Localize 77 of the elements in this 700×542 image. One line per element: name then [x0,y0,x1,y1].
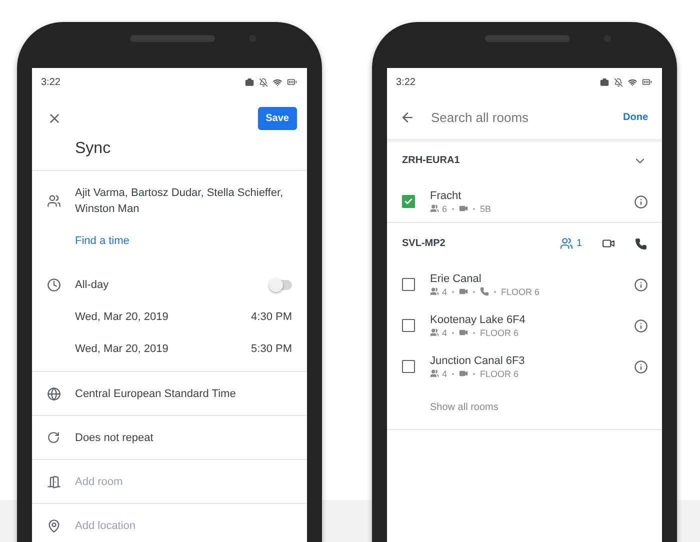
phone-icon [480,287,490,296]
clock-icon [46,278,60,292]
room-location: FLOOR 6 [480,368,519,380]
separator-dot [494,290,496,292]
battery-icon [642,77,652,87]
room-name: Erie Canal [430,272,482,286]
info-icon[interactable] [634,278,648,292]
option-label[interactable]: Add room [75,476,292,488]
briefcase-icon [245,78,254,86]
guest-list: Ajit Varma, Bartosz Dudar, Stella Schieffer, Winston Man [75,185,292,217]
separator-dot [473,332,476,334]
room-name: Kootenay Lake 6F4 [430,312,526,326]
date-field[interactable]: Wed, Mar 20, 2019 [75,343,252,355]
separator-dot [452,372,454,374]
capacity: 4 [442,368,448,380]
people-icon [430,287,439,296]
door-icon [46,474,60,488]
location-pin-icon [46,518,60,532]
video-filter[interactable] [602,237,615,250]
room-name: Fracht [430,188,462,202]
checkbox[interactable] [402,319,415,332]
video-icon [459,369,468,378]
time-field[interactable]: 4:30 PM [251,311,292,323]
option-label[interactable]: Does not repeat [75,432,292,444]
separator-dot [473,372,476,374]
bell-off-icon [614,78,623,86]
capacity: 6 [442,202,448,214]
option-label[interactable]: Central European Standard Time [75,388,292,400]
repeat-icon [47,431,60,444]
status-time: 3:22 [41,76,60,88]
time-field[interactable]: 5:30 PM [251,343,292,355]
video-icon [459,204,468,213]
wifi-icon [628,78,637,86]
globe-icon [46,386,60,400]
room-name: Junction Canal 6F3 [430,354,526,368]
capacity: 4 [442,286,448,298]
people-icon [46,194,60,208]
done-button[interactable]: Done [621,110,650,125]
people-icon [430,369,439,378]
bell-off-icon [259,78,268,86]
separator-dot [452,332,454,334]
all-day-switch[interactable] [270,280,292,290]
save-button[interactable]: Save [258,106,297,130]
event-title: Sync [32,140,307,171]
checkbox[interactable] [402,278,415,291]
people-icon [430,328,439,337]
separator-dot [473,208,476,210]
separator-dot [452,290,454,292]
find-a-time-link[interactable]: Find a time [75,234,130,249]
separator-dot [473,290,476,292]
info-icon[interactable] [634,360,648,374]
option-label[interactable]: Add location [75,520,292,532]
building-name: ZRH-EURA1 [402,155,460,166]
battery-icon [287,77,297,87]
date-field[interactable]: Wed, Mar 20, 2019 [75,311,252,323]
wifi-icon [273,78,282,86]
capacity: 4 [442,326,448,338]
video-icon [459,287,468,296]
show-all-rooms-link[interactable]: Show all rooms [387,387,662,430]
info-icon[interactable] [634,318,648,332]
back-icon[interactable] [400,110,415,125]
building-name: SVL-MP2 [402,238,446,249]
people-filter[interactable]: 1 [560,237,582,250]
room-location: FLOOR 6 [480,326,519,338]
info-icon[interactable] [634,194,648,208]
status-time: 3:22 [396,76,416,88]
all-day-label: All-day [75,279,110,291]
briefcase-icon [600,78,609,86]
video-icon [459,328,468,337]
people-icon [430,204,439,213]
phone-filter[interactable] [635,238,647,250]
checkbox[interactable] [402,360,415,373]
check-icon [404,197,413,206]
room-location: 5B [480,202,492,214]
room-location: FLOOR 6 [501,286,540,298]
checkbox[interactable] [402,195,415,208]
separator-dot [452,208,454,210]
